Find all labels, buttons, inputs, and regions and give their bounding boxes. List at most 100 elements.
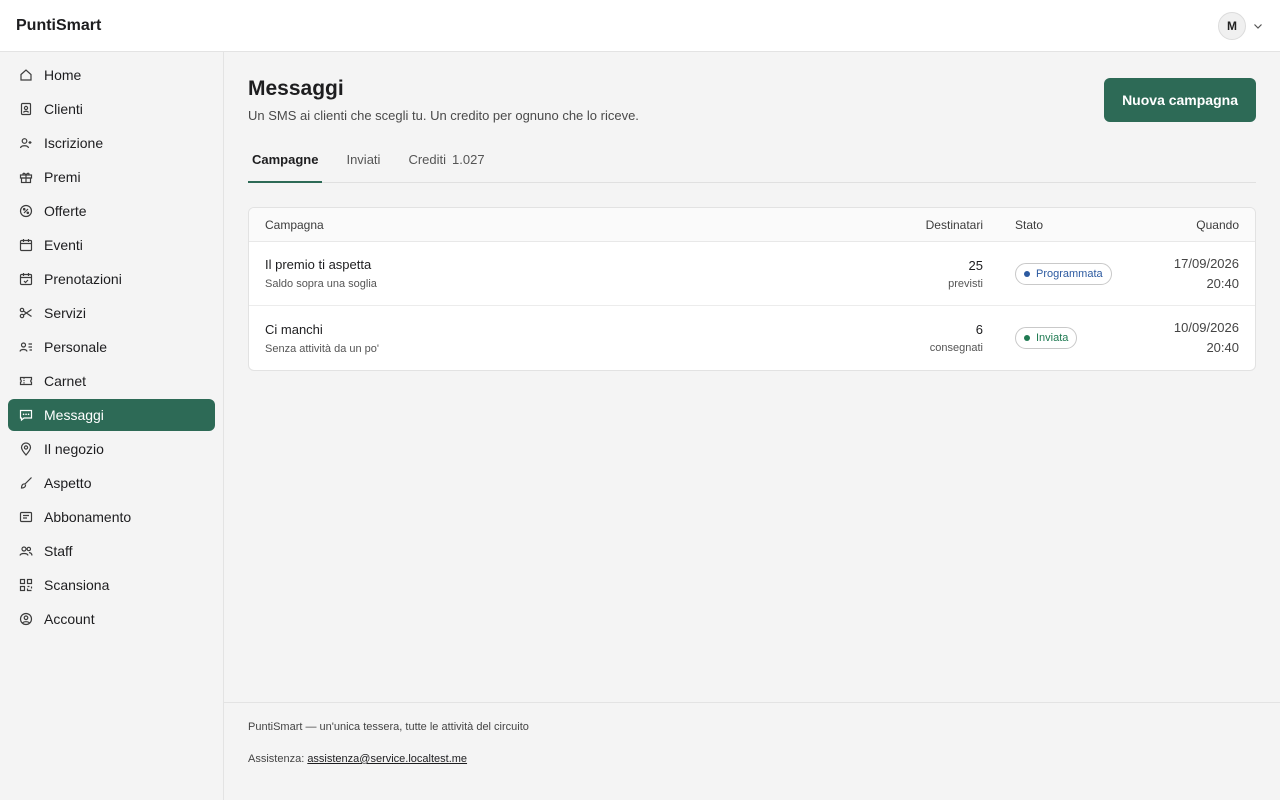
campaign-time: 20:40 <box>1206 275 1239 291</box>
sidebar-item-scansiona[interactable]: Scansiona <box>8 569 215 601</box>
sidebar-item-label: Offerte <box>44 203 87 219</box>
campaign-description: Senza attività da un po' <box>265 342 380 355</box>
top-bar: PuntiSmart M <box>0 0 1280 52</box>
tab-campagne[interactable]: Campagne <box>248 149 323 183</box>
campaign-time: 20:40 <box>1206 340 1239 355</box>
sidebar-item-messaggi[interactable]: Messaggi <box>8 399 215 431</box>
support-label: Assistenza: <box>248 753 305 765</box>
campaign-name[interactable]: Ci manchi <box>265 322 839 337</box>
sidebar-item-label: Prenotazioni <box>44 271 122 287</box>
ticket-icon <box>19 374 33 388</box>
sidebar-item-label: Servizi <box>44 305 87 321</box>
sidebar-item-account[interactable]: Account <box>8 603 215 635</box>
sidebar-item-servizi[interactable]: Servizi <box>8 297 215 329</box>
table-row[interactable]: Ci manchi Senza attività da un po' 6 con… <box>249 306 1255 370</box>
sidebar-item-label: Account <box>44 611 95 627</box>
footer: PuntiSmart — un'unica tessera, tutte le … <box>224 702 1280 800</box>
support-email-link[interactable]: assistenza@service.localtest.me <box>307 753 467 765</box>
sidebar-item-label: Staff <box>44 543 73 559</box>
sidebar-item-label: Il negozio <box>44 441 104 457</box>
sidebar-item-prenotazioni[interactable]: Prenotazioni <box>8 263 215 295</box>
sidebar-item-iscrizione[interactable]: Iscrizione <box>8 127 215 159</box>
table-header: Campagna Destinatari Stato Quando <box>249 208 1255 242</box>
page-title: Messaggi <box>248 77 344 100</box>
column-header-quando[interactable]: Quando <box>1149 218 1255 232</box>
scissors-icon <box>19 306 33 320</box>
recipients-count: 6 <box>975 322 983 337</box>
avatar[interactable]: M <box>1218 11 1246 40</box>
sidebar-item-label: Scansiona <box>44 577 110 593</box>
home-icon <box>19 68 33 82</box>
status-label: Programmata <box>1036 267 1103 280</box>
column-header-stato[interactable]: Stato <box>999 218 1149 232</box>
sidebar-item-label: Aspetto <box>44 475 92 491</box>
recipients-unit: consegnati <box>929 342 983 354</box>
status-dot-icon <box>1024 270 1030 277</box>
sidebar-item-aspetto[interactable]: Aspetto <box>8 467 215 499</box>
tab-label: Inviati <box>346 152 381 167</box>
user-add-icon <box>19 136 33 150</box>
user-list-icon <box>19 340 33 354</box>
account-circle-icon <box>19 612 33 626</box>
brand-logo[interactable]: PuntiSmart <box>16 17 101 35</box>
main-content: Messaggi Un SMS ai clienti che scegli tu… <box>224 52 1280 702</box>
column-header-destinatari[interactable]: Destinatari <box>839 218 999 232</box>
sidebar-item-il-negozio[interactable]: Il negozio <box>8 433 215 465</box>
brush-icon <box>19 476 33 490</box>
gift-icon <box>19 170 33 184</box>
message-icon <box>19 408 33 422</box>
sidebar-item-home[interactable]: Home <box>8 59 215 91</box>
tab-label: Crediti <box>408 152 447 167</box>
sidebar-item-abbonamento[interactable]: Abbonamento <box>8 501 215 533</box>
page-header: Messaggi Un SMS ai clienti che scegli tu… <box>248 76 1256 123</box>
calendar-check-icon <box>19 272 33 286</box>
tab-inviati[interactable]: Inviati <box>342 149 384 183</box>
footer-support: Assistenza: assistenza@service.localtest… <box>248 753 1256 765</box>
sidebar-item-label: Abbonamento <box>44 509 132 525</box>
campaign-date: 17/09/2026 <box>1173 255 1239 271</box>
status-badge: Programmata <box>1015 262 1112 285</box>
percent-badge-icon <box>19 204 33 218</box>
column-header-campagna[interactable]: Campagna <box>249 218 839 232</box>
new-campaign-button[interactable]: Nuova campagna <box>1104 78 1256 122</box>
page-subtitle: Un SMS ai clienti che scegli tu. Un cred… <box>248 108 639 123</box>
recipients-count: 25 <box>968 257 983 273</box>
status-dot-icon <box>1024 335 1030 341</box>
sidebar-item-label: Carnet <box>44 373 87 389</box>
footer-tagline: PuntiSmart — un'unica tessera, tutte le … <box>248 721 529 733</box>
campaign-description: Saldo sopra una soglia <box>265 278 377 290</box>
map-pin-icon <box>19 442 33 456</box>
sidebar-item-label: Messaggi <box>44 407 104 423</box>
contacts-icon <box>19 102 33 116</box>
sidebar-item-staff[interactable]: Staff <box>8 535 215 567</box>
sidebar-item-personale[interactable]: Personale <box>8 331 215 363</box>
chevron-down-icon[interactable] <box>1252 20 1264 32</box>
campaign-name[interactable]: Il premio ti aspetta <box>265 257 839 272</box>
sidebar-item-label: Iscrizione <box>44 135 104 151</box>
sidebar-item-eventi[interactable]: Eventi <box>8 229 215 261</box>
tabs: Campagne Inviati Crediti 1.027 <box>248 149 1256 183</box>
sidebar-item-clienti[interactable]: Clienti <box>8 93 215 125</box>
sidebar-item-offerte[interactable]: Offerte <box>8 195 215 227</box>
qr-code-icon <box>19 578 33 592</box>
sidebar-item-label: Eventi <box>44 237 83 253</box>
sidebar: Home Clienti Iscrizione Premi Offerte Ev… <box>0 52 224 800</box>
recipients-unit: previsti <box>948 277 983 290</box>
receipt-icon <box>19 510 33 524</box>
sidebar-item-label: Premi <box>44 169 81 185</box>
credits-count: 1.027 <box>452 152 485 167</box>
tab-label: Campagne <box>252 152 319 167</box>
tab-crediti[interactable]: Crediti 1.027 <box>404 149 488 183</box>
sidebar-item-label: Home <box>44 67 82 83</box>
sidebar-item-label: Personale <box>44 339 108 355</box>
campaigns-table: Campagna Destinatari Stato Quando Il pre… <box>248 207 1256 371</box>
user-menu[interactable]: M <box>1218 11 1264 40</box>
sidebar-item-carnet[interactable]: Carnet <box>8 365 215 397</box>
campaign-date: 10/09/2026 <box>1173 320 1239 335</box>
table-row[interactable]: Il premio ti aspetta Saldo sopra una sog… <box>249 242 1255 306</box>
sidebar-item-label: Clienti <box>44 101 83 117</box>
sidebar-item-premi[interactable]: Premi <box>8 161 215 193</box>
users-icon <box>19 544 33 558</box>
calendar-icon <box>19 238 33 252</box>
status-badge: Inviata <box>1015 327 1078 349</box>
